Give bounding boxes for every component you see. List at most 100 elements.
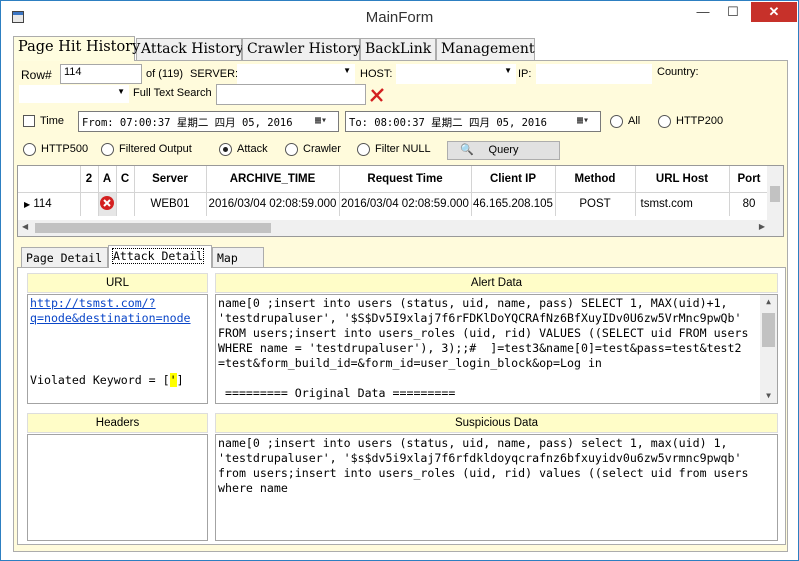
col-header-url-host[interactable]: URL Host xyxy=(635,166,730,193)
violated-keyword-line: Violated Keyword = ['] xyxy=(30,373,184,388)
headers-header: Headers xyxy=(27,413,208,433)
col-header-port[interactable]: Port xyxy=(729,166,770,193)
title-bar[interactable]: MainForm — ☐ ✕ xyxy=(1,1,798,33)
tab-attack-detail[interactable]: Attack Detail xyxy=(108,245,212,268)
tab-attack-history[interactable]: Attack History xyxy=(136,38,244,60)
radio-filter-null[interactable] xyxy=(357,143,370,156)
cell-server[interactable]: WEB01 xyxy=(134,192,207,216)
tab-management[interactable]: Management xyxy=(436,38,535,60)
suspicious-data-textbox[interactable]: name[0 ;insert into users (status, uid, … xyxy=(215,434,778,541)
violated-keyword-close: ] xyxy=(176,373,184,387)
row-header-cell[interactable]: ▶ 114 xyxy=(18,192,81,216)
full-text-search-input[interactable] xyxy=(216,84,366,105)
tab-page-detail[interactable]: Page Detail xyxy=(21,247,108,267)
scroll-down-icon[interactable]: ▼ xyxy=(760,389,777,403)
query-button[interactable]: 🔍 Query xyxy=(447,141,560,160)
chevron-down-icon: ▼ xyxy=(504,66,512,75)
radio-http200[interactable] xyxy=(658,115,671,128)
radio-filter-null-label: Filter NULL xyxy=(375,143,431,155)
url-panel: http://tsmst.com/? q=node&destination=no… xyxy=(27,294,208,404)
tab-map[interactable]: Map xyxy=(212,247,264,267)
clear-search-icon[interactable] xyxy=(369,87,385,103)
cell-2[interactable] xyxy=(80,192,99,216)
window-title: MainForm xyxy=(365,9,434,26)
headers-textbox[interactable] xyxy=(27,434,208,541)
scroll-right-icon[interactable]: ▶ xyxy=(759,222,765,231)
alert-data-scrollbar[interactable]: ▲ ▼ xyxy=(760,295,777,403)
tab-crawler-history[interactable]: Crawler History xyxy=(242,38,361,60)
radio-attack-label: Attack xyxy=(237,143,268,155)
alert-data-textbox[interactable]: name[0 ;insert into users (status, uid, … xyxy=(215,294,778,404)
url-header: URL xyxy=(27,273,208,293)
col-header-c[interactable]: C xyxy=(116,166,135,193)
radio-attack[interactable] xyxy=(219,143,232,156)
calendar-icon[interactable]: ▦▾ xyxy=(315,115,335,128)
scrollbar-thumb[interactable] xyxy=(762,313,775,347)
grid-vertical-scrollbar[interactable] xyxy=(767,166,783,236)
close-button[interactable]: ✕ xyxy=(751,2,797,22)
col-header-a[interactable]: A xyxy=(98,166,117,193)
full-text-search-label: Full Text Search xyxy=(133,87,212,99)
col-header-request-time[interactable]: Request Time xyxy=(339,166,472,193)
from-date-picker[interactable]: From: 07:00:37 星期二 四月 05, 2016 ▦▾ xyxy=(78,111,339,132)
col-header-method[interactable]: Method xyxy=(555,166,636,193)
col-header-2[interactable]: 2 xyxy=(80,166,99,193)
to-date-value: To: 08:00:37 星期二 四月 05, 2016 xyxy=(349,117,547,129)
suspicious-data-text: name[0 ;insert into users (status, uid, … xyxy=(218,436,749,495)
radio-filtered-output[interactable] xyxy=(101,143,114,156)
from-date-value: From: 07:00:37 星期二 四月 05, 2016 xyxy=(82,117,293,129)
col-header-archive-time[interactable]: ARCHIVE_TIME xyxy=(206,166,340,193)
cell-url-host[interactable]: tsmst.com xyxy=(635,192,730,216)
error-icon xyxy=(100,195,114,210)
time-checkbox[interactable] xyxy=(23,115,35,127)
row-number-cell: 114 xyxy=(33,198,52,211)
scroll-up-icon[interactable]: ▲ xyxy=(760,295,777,309)
suspicious-data-header: Suspicious Data xyxy=(215,413,778,433)
tab-attack-detail-label: Attack Detail xyxy=(111,248,205,264)
violated-keyword-value: ' xyxy=(169,373,177,387)
violated-keyword-label: Violated Keyword = [ xyxy=(30,373,170,387)
cell-client-ip[interactable]: 46.165.208.105 xyxy=(471,192,556,216)
cell-method[interactable]: POST xyxy=(555,192,636,216)
cell-archive-time[interactable]: 2016/03/04 02:08:59.000 xyxy=(206,192,340,216)
results-table: 2 A C Server ARCHIVE_TIME Request Time C… xyxy=(18,166,770,216)
radio-all-label: All xyxy=(628,115,641,127)
query-button-label: Query xyxy=(488,144,519,156)
table-row[interactable]: ▶ 114 WEB01 2016/03/04 02:08:59.000 2016… xyxy=(18,192,770,216)
current-row-arrow-icon: ▶ xyxy=(24,200,31,210)
cell-port[interactable]: 80 xyxy=(729,192,770,216)
radio-crawler[interactable] xyxy=(285,143,298,156)
to-date-picker[interactable]: To: 08:00:37 星期二 四月 05, 2016 ▦▾ xyxy=(345,111,601,132)
url-link[interactable]: http://tsmst.com/? q=node&destination=no… xyxy=(30,296,205,326)
calendar-icon[interactable]: ▦▾ xyxy=(577,115,597,128)
scrollbar-thumb[interactable] xyxy=(770,186,780,202)
ip-input[interactable] xyxy=(536,64,652,84)
col-header-client-ip[interactable]: Client IP xyxy=(471,166,556,193)
server-dropdown[interactable]: ▼ xyxy=(237,64,355,84)
country-dropdown[interactable]: ▼ xyxy=(19,85,129,103)
minimize-button[interactable]: — xyxy=(689,2,717,22)
scrollbar-thumb[interactable] xyxy=(35,223,271,233)
chevron-down-icon: ▼ xyxy=(343,66,351,75)
radio-all[interactable] xyxy=(610,115,623,128)
radio-http500[interactable] xyxy=(23,143,36,156)
host-dropdown[interactable]: ▼ xyxy=(396,64,516,84)
cell-c[interactable] xyxy=(116,192,135,216)
alert-data-text: name[0 ;insert into users (status, uid, … xyxy=(218,296,749,400)
row-number-input[interactable]: 114 xyxy=(60,64,142,84)
main-window: MainForm — ☐ ✕ Page Hit History Attack H… xyxy=(0,0,799,561)
chevron-down-icon: ▼ xyxy=(117,87,125,96)
col-header-server[interactable]: Server xyxy=(134,166,207,193)
tab-page-hit-history[interactable]: Page Hit History xyxy=(13,36,140,61)
tab-backlink[interactable]: BackLink xyxy=(360,38,436,60)
col-header-row-number[interactable] xyxy=(18,166,81,193)
row-count-text: of (119) xyxy=(146,68,184,80)
cell-a[interactable] xyxy=(98,192,117,216)
alert-data-header: Alert Data xyxy=(215,273,778,293)
host-label: HOST: xyxy=(360,68,393,80)
maximize-button[interactable]: ☐ xyxy=(719,2,747,22)
results-grid[interactable]: 2 A C Server ARCHIVE_TIME Request Time C… xyxy=(17,165,784,237)
scroll-left-icon[interactable]: ◀ xyxy=(22,222,28,231)
grid-horizontal-scrollbar[interactable]: ◀ ▶ xyxy=(18,220,769,236)
cell-request-time[interactable]: 2016/03/04 02:08:59.000 xyxy=(339,192,472,216)
